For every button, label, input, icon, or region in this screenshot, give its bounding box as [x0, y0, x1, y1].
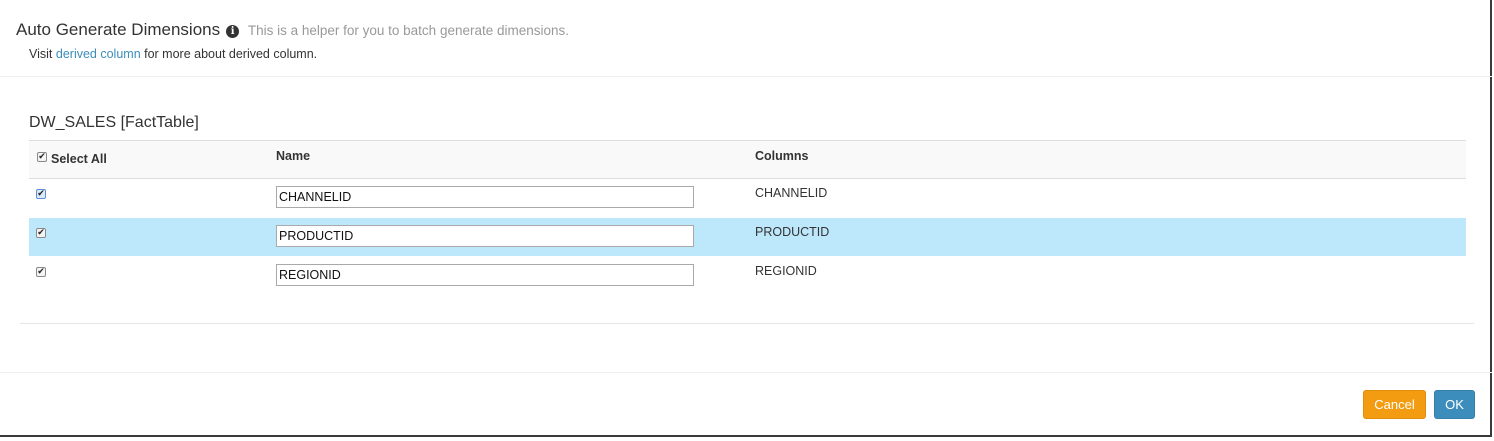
dimension-name-input[interactable]: [276, 186, 694, 208]
footer-divider: [0, 372, 1492, 373]
table-header: ✔ Select All Name Columns: [29, 140, 1466, 179]
dimension-name-input[interactable]: [276, 264, 694, 286]
dimensions-table: ✔ Select All Name Columns ✔ CHANNELID ✔ …: [29, 140, 1466, 296]
select-all-label: Select All: [51, 152, 107, 166]
column-value: CHANNELID: [755, 186, 828, 200]
column-value: PRODUCTID: [755, 225, 830, 239]
body-divider: [20, 323, 1474, 324]
cancel-button[interactable]: Cancel: [1363, 390, 1426, 419]
table-row: ✔ CHANNELID: [29, 179, 1466, 218]
columns-column-header: Columns: [755, 149, 809, 163]
derived-column-link[interactable]: derived column: [56, 47, 141, 61]
modal-header: Auto Generate Dimensions i This is a help…: [0, 0, 1492, 77]
visit-prefix: Visit: [29, 47, 53, 61]
auto-generate-dimensions-modal: Auto Generate Dimensions i This is a help…: [0, 0, 1492, 437]
info-icon: i: [226, 25, 240, 38]
modal-title: Auto Generate Dimensions: [16, 20, 221, 39]
column-value: REGIONID: [755, 264, 817, 278]
subtitle: Visit derived column for more about deri…: [29, 47, 317, 61]
row-checkbox[interactable]: ✔: [36, 189, 46, 199]
row-checkbox[interactable]: ✔: [36, 228, 46, 238]
visit-suffix: for more about derived column.: [144, 47, 318, 61]
dimension-name-input[interactable]: [276, 225, 694, 247]
select-all-checkbox[interactable]: ✔: [37, 152, 47, 162]
modal-title-line: Auto Generate Dimensions i This is a help…: [16, 20, 569, 40]
table-title: DW_SALES [FactTable]: [29, 114, 199, 131]
name-column-header: Name: [276, 149, 311, 163]
table-row: ✔ REGIONID: [29, 257, 1466, 296]
helper-text: This is a helper for you to batch genera…: [247, 23, 570, 38]
table-row: ✔ PRODUCTID: [29, 218, 1466, 257]
ok-button[interactable]: OK: [1434, 390, 1475, 419]
row-checkbox[interactable]: ✔: [36, 267, 46, 277]
